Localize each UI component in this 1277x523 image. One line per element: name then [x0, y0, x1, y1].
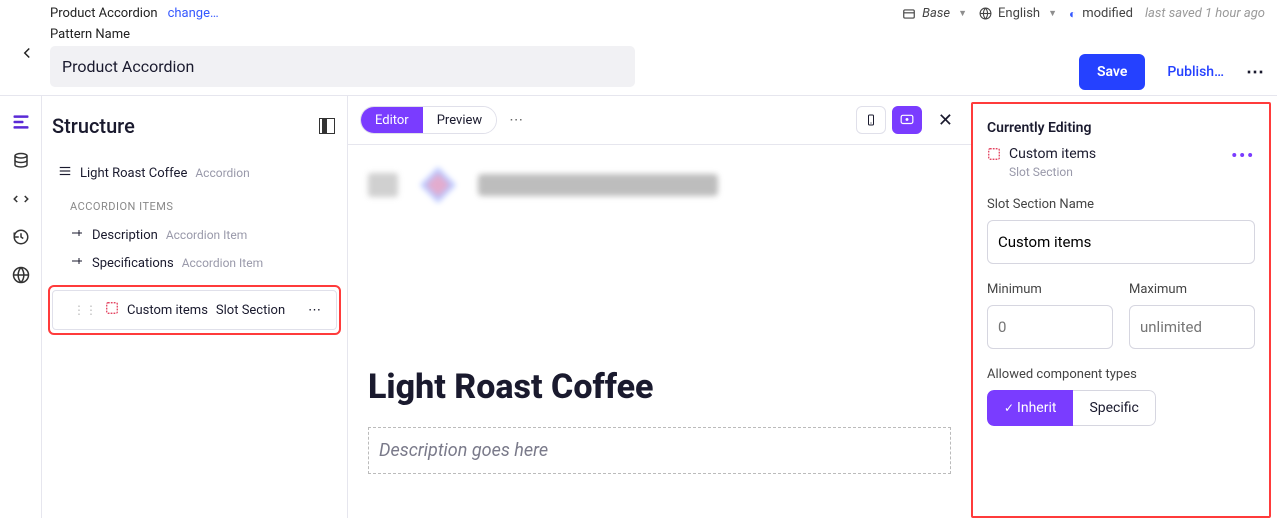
rail-globe-icon[interactable] [12, 266, 30, 284]
globe-icon [979, 6, 992, 21]
item-icon [70, 227, 84, 243]
specific-button[interactable]: Specific [1073, 390, 1155, 426]
inherit-button[interactable]: Inherit [987, 390, 1073, 426]
variant-selector[interactable]: Base▼ [902, 6, 967, 21]
back-button[interactable] [18, 44, 36, 66]
tree-root[interactable]: Light Roast Coffee Accordion [48, 158, 341, 188]
blurred-header-placeholder [368, 163, 951, 207]
inspector-heading: Currently Editing [987, 120, 1255, 136]
device-mobile-button[interactable] [856, 106, 886, 134]
last-saved-text: last saved 1 hour ago [1145, 6, 1265, 21]
device-desktop-button[interactable] [892, 106, 922, 134]
preview-tab[interactable]: Preview [423, 107, 496, 133]
chevron-down-icon: ▼ [1048, 8, 1057, 19]
drag-handle-icon[interactable]: ⋮⋮ [73, 303, 97, 317]
structure-title: Structure [52, 114, 135, 138]
chevron-down-icon: ▼ [958, 8, 967, 19]
close-canvas-button[interactable]: ✕ [928, 110, 959, 131]
pattern-name-label: Pattern Name [50, 27, 1263, 42]
editing-item-type: Slot Section [1009, 165, 1255, 179]
rail-code-icon[interactable] [12, 190, 30, 208]
description-slot[interactable]: Description goes here [368, 427, 951, 474]
tree-section-label: ACCORDION ITEMS [48, 188, 341, 221]
more-actions-button[interactable]: ⋯ [1246, 62, 1265, 83]
tree-item-custom-items[interactable]: ⋮⋮ Custom items Slot Section ⋯ [52, 290, 337, 330]
minimum-input[interactable] [987, 305, 1113, 349]
card-icon [902, 6, 916, 21]
rail-data-icon[interactable] [12, 152, 30, 170]
slot-name-input[interactable] [987, 220, 1255, 264]
editing-item-name: Custom items [1009, 146, 1096, 162]
maximum-label: Maximum [1129, 282, 1255, 297]
rail-structure-icon[interactable] [11, 112, 31, 132]
inspector-more-button[interactable]: ••• [1231, 146, 1255, 165]
allowed-types-label: Allowed component types [987, 367, 1255, 382]
tree-item-specifications[interactable]: Specifications Accordion Item [48, 249, 341, 277]
preview-title: Light Roast Coffee [368, 367, 951, 407]
minimum-label: Minimum [987, 282, 1113, 297]
half-circle-icon: ◐ [1069, 7, 1076, 21]
canvas-more-button[interactable]: ⋯ [505, 108, 528, 132]
view-mode-segmented: Editor Preview [360, 106, 497, 134]
maximum-input[interactable] [1129, 305, 1255, 349]
pattern-name-input[interactable] [50, 46, 635, 87]
accordion-icon [58, 164, 72, 182]
locale-selector[interactable]: English▼ [979, 6, 1057, 21]
tree-item-selected-highlight: ⋮⋮ Custom items Slot Section ⋯ [48, 285, 341, 335]
breadcrumb-name: Product Accordion [50, 6, 158, 21]
slot-section-icon [987, 146, 1001, 165]
slot-name-label: Slot Section Name [987, 197, 1255, 212]
tree-item-description[interactable]: Description Accordion Item [48, 221, 341, 249]
panel-toggle-icon[interactable] [319, 118, 335, 134]
publish-link[interactable]: Publish… [1167, 64, 1224, 80]
item-icon [70, 255, 84, 271]
save-button[interactable]: Save [1079, 54, 1145, 90]
rail-history-icon[interactable] [12, 228, 30, 246]
status-badge: ◐ modified [1069, 6, 1133, 21]
breadcrumb-change-link[interactable]: change… [168, 6, 219, 21]
slot-section-icon [105, 301, 119, 319]
tree-item-more-button[interactable]: ⋯ [308, 303, 328, 318]
editor-tab[interactable]: Editor [361, 107, 423, 133]
